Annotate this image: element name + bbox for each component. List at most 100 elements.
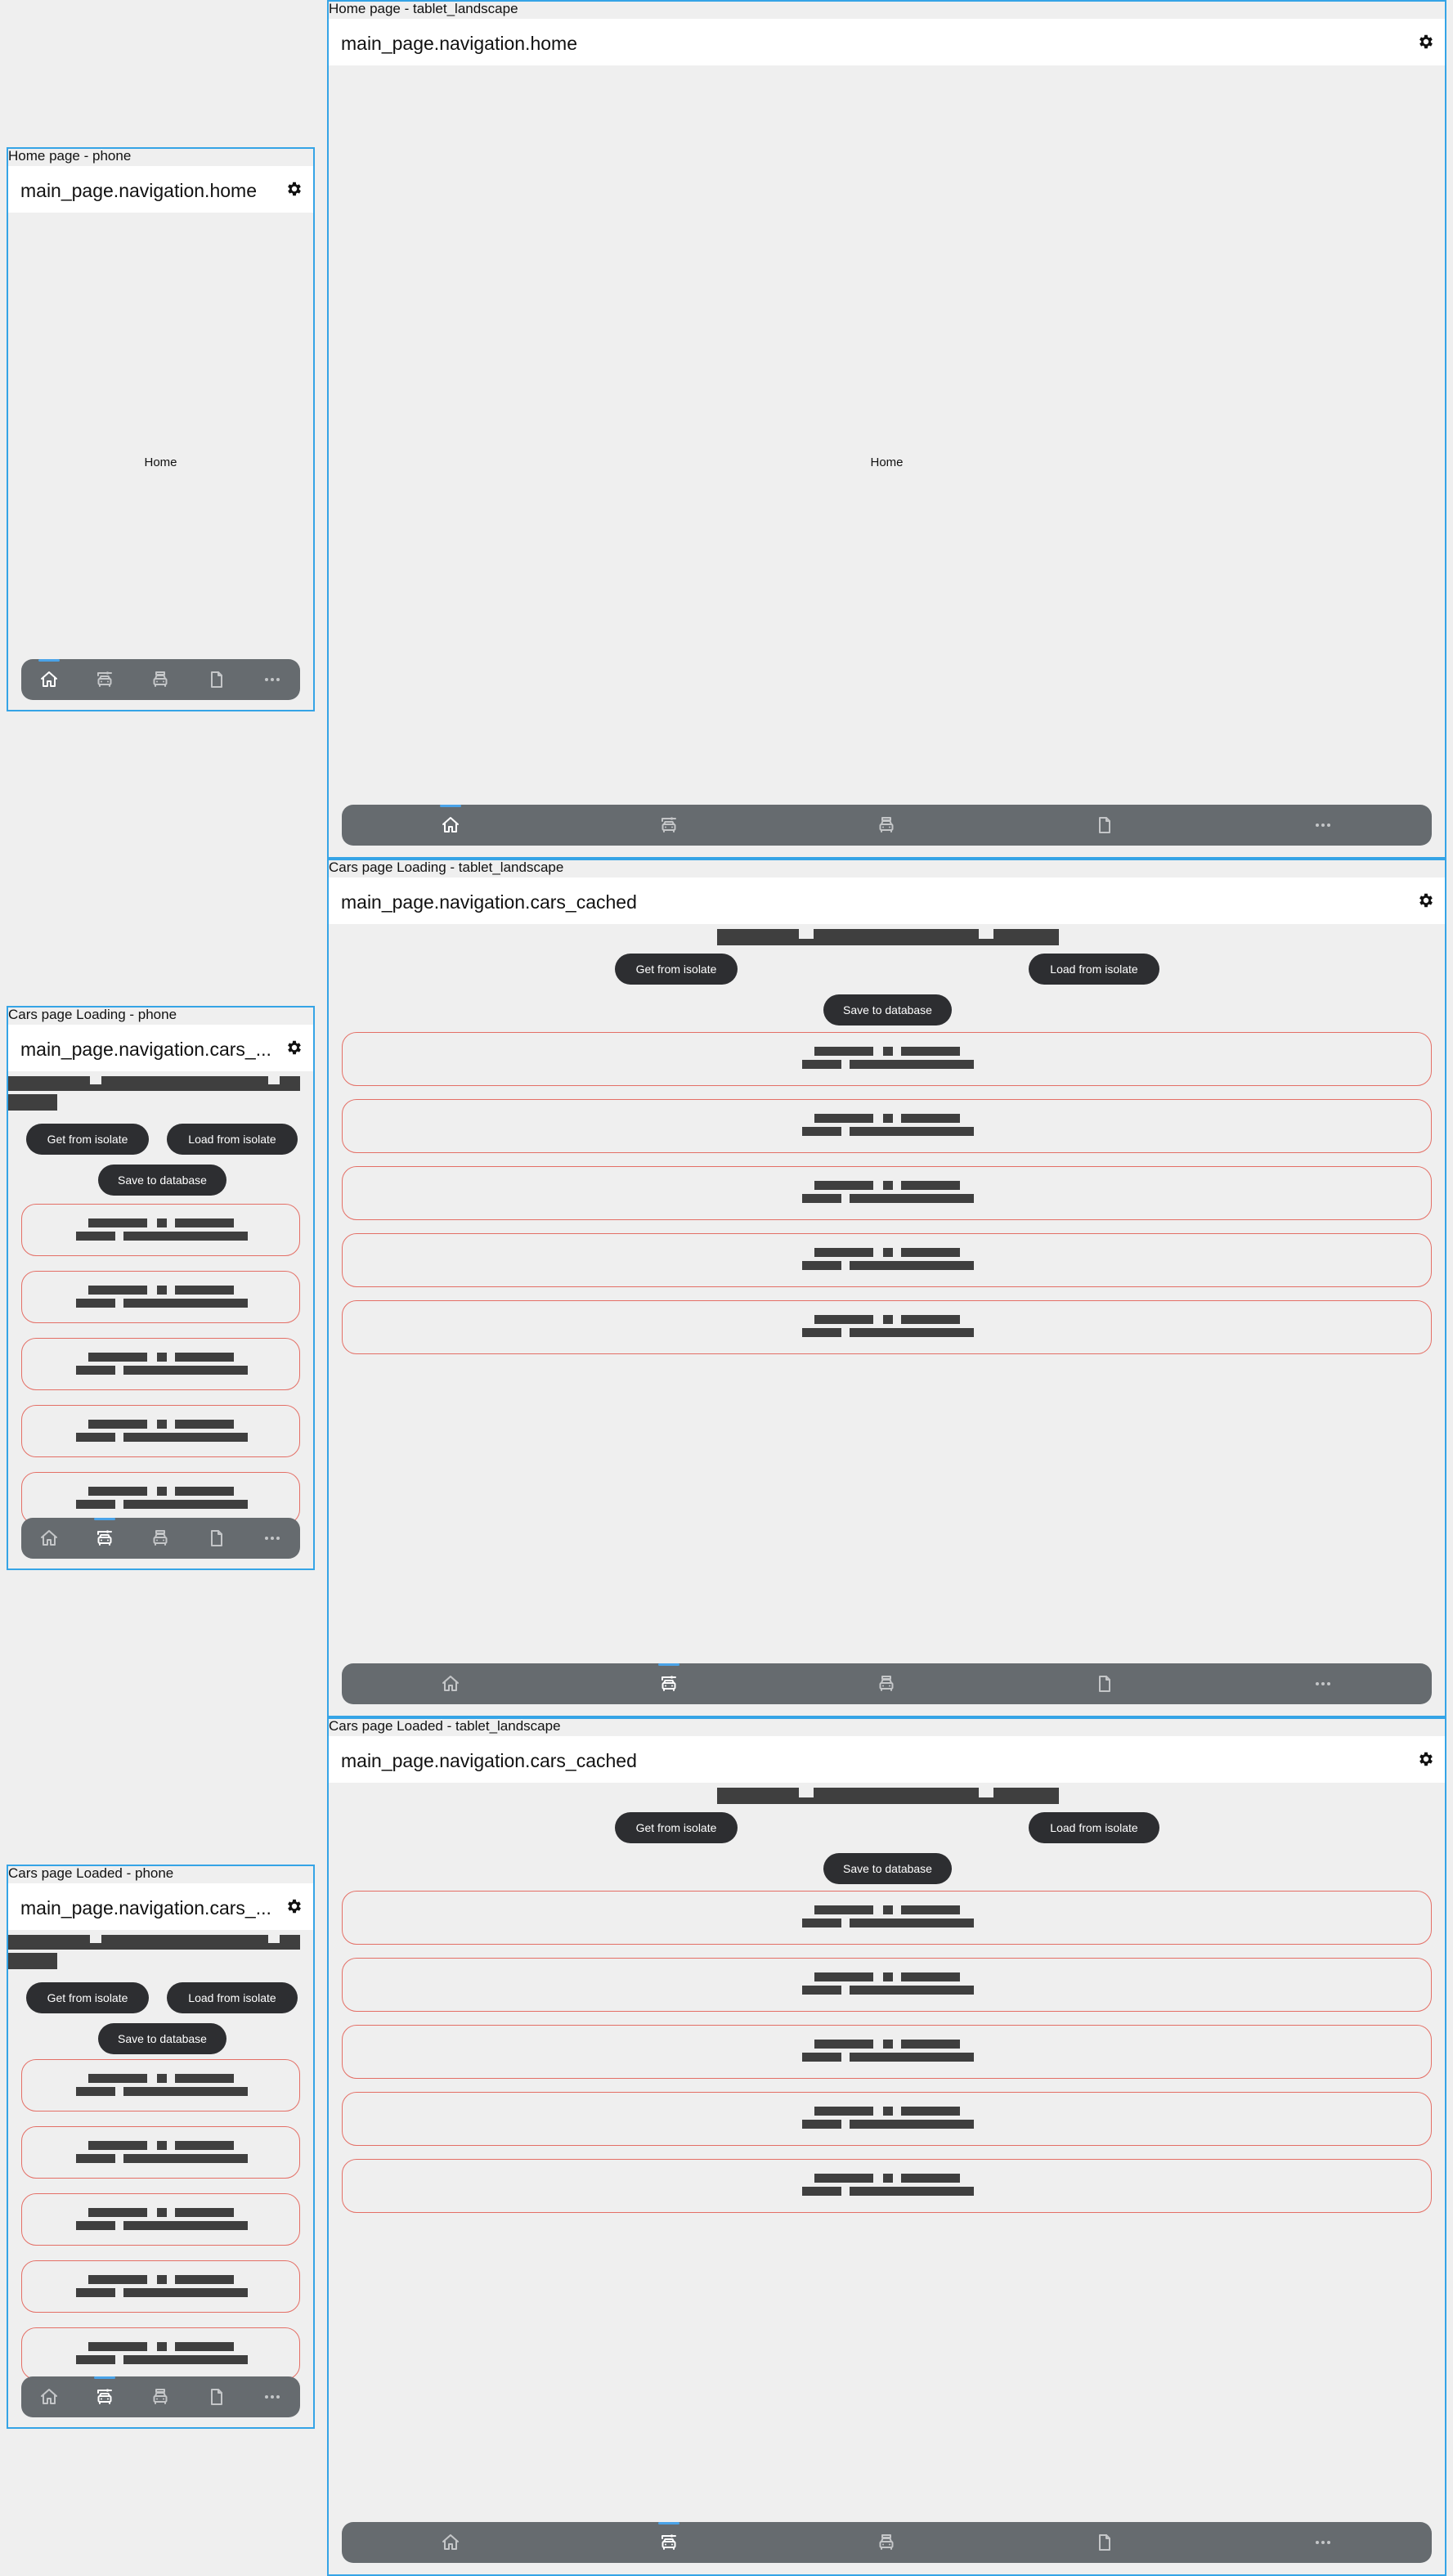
nav-item-car-isolate[interactable] bbox=[132, 659, 188, 700]
nav-item-more[interactable] bbox=[244, 659, 300, 700]
redacted-car-text bbox=[849, 1328, 974, 1337]
nav-item-car-cached[interactable] bbox=[560, 805, 778, 846]
nav-item-document[interactable] bbox=[189, 1518, 244, 1559]
nav-item-car-isolate[interactable] bbox=[778, 805, 996, 846]
nav-item-car-cached[interactable] bbox=[560, 2522, 778, 2563]
nav-item-car-cached[interactable] bbox=[77, 659, 132, 700]
active-tab-indicator bbox=[657, 2522, 679, 2524]
nav-item-car-isolate[interactable] bbox=[778, 2522, 996, 2563]
get-from-isolate-button[interactable]: Get from isolate bbox=[26, 1124, 149, 1155]
load-from-isolate-button[interactable]: Load from isolate bbox=[1029, 954, 1159, 985]
nav-item-home[interactable] bbox=[342, 2522, 560, 2563]
redacted-car-text bbox=[882, 1114, 893, 1123]
redacted-car-text bbox=[123, 2087, 248, 2096]
load-from-isolate-button[interactable]: Load from isolate bbox=[167, 1124, 298, 1155]
car-card[interactable] bbox=[21, 1271, 300, 1323]
nav-item-car-cached[interactable] bbox=[77, 1518, 132, 1559]
redacted-car-text bbox=[849, 1060, 974, 1069]
redacted-car-text bbox=[882, 2107, 893, 2116]
nav-item-more[interactable] bbox=[1213, 2522, 1432, 2563]
redacted-car-text bbox=[75, 2288, 115, 2297]
nav-item-more[interactable] bbox=[1213, 1663, 1432, 1704]
active-tab-indicator bbox=[94, 1518, 116, 1520]
redacted-car-text bbox=[174, 2141, 234, 2150]
redacted-car-text bbox=[87, 1286, 147, 1295]
car-card[interactable] bbox=[21, 2059, 300, 2112]
redacted-car-text bbox=[156, 2074, 167, 2083]
car-card[interactable] bbox=[21, 2126, 300, 2179]
car-card[interactable] bbox=[342, 2025, 1432, 2079]
car-card[interactable] bbox=[21, 1405, 300, 1457]
gear-icon[interactable] bbox=[1417, 1750, 1435, 1768]
nav-item-document[interactable] bbox=[189, 2376, 244, 2417]
get-from-isolate-button[interactable]: Get from isolate bbox=[615, 1812, 738, 1843]
nav-item-home[interactable] bbox=[342, 1663, 560, 1704]
car-card[interactable] bbox=[21, 2260, 300, 2313]
car-card[interactable] bbox=[342, 2092, 1432, 2146]
car-card[interactable] bbox=[21, 2327, 300, 2380]
car-card[interactable] bbox=[342, 1099, 1432, 1153]
load-from-isolate-button[interactable]: Load from isolate bbox=[167, 1982, 298, 2013]
nav-item-home[interactable] bbox=[342, 805, 560, 846]
car-card[interactable] bbox=[342, 2159, 1432, 2213]
car-card[interactable] bbox=[342, 1233, 1432, 1287]
nav-item-document[interactable] bbox=[996, 1663, 1214, 1704]
nav-item-car-isolate[interactable] bbox=[132, 2376, 188, 2417]
car-cached-icon bbox=[659, 1674, 679, 1694]
nav-item-home[interactable] bbox=[21, 659, 77, 700]
car-card[interactable] bbox=[342, 1300, 1432, 1354]
car-card[interactable] bbox=[21, 1472, 300, 1524]
frame-cars-loaded-tablet: Cars page Loaded - tablet_landscape main… bbox=[327, 1717, 1446, 2576]
page-title: main_page.navigation.cars_... bbox=[20, 1897, 271, 1919]
car-isolate-icon bbox=[877, 1674, 896, 1694]
save-to-database-button[interactable]: Save to database bbox=[823, 994, 952, 1025]
nav-item-home[interactable] bbox=[21, 1518, 77, 1559]
redacted-car-text bbox=[156, 2208, 167, 2217]
gear-icon[interactable] bbox=[285, 1039, 303, 1057]
nav-item-home[interactable] bbox=[21, 2376, 77, 2417]
gear-icon[interactable] bbox=[1417, 33, 1435, 51]
save-to-database-button[interactable]: Save to database bbox=[98, 2023, 226, 2054]
redacted-car-text bbox=[75, 2221, 115, 2230]
nav-item-document[interactable] bbox=[189, 659, 244, 700]
redacted-car-text bbox=[87, 2275, 147, 2284]
nav-item-more[interactable] bbox=[1213, 805, 1432, 846]
save-to-database-button[interactable]: Save to database bbox=[98, 1165, 226, 1196]
nav-item-car-isolate[interactable] bbox=[132, 1518, 188, 1559]
gear-icon[interactable] bbox=[285, 1897, 303, 1915]
nav-item-document[interactable] bbox=[996, 805, 1214, 846]
home-body-text: Home bbox=[870, 456, 904, 469]
car-card[interactable] bbox=[21, 1338, 300, 1390]
car-card[interactable] bbox=[342, 1032, 1432, 1086]
nav-item-car-isolate[interactable] bbox=[778, 1663, 996, 1704]
nav-item-car-cached[interactable] bbox=[77, 2376, 132, 2417]
load-from-isolate-button[interactable]: Load from isolate bbox=[1029, 1812, 1159, 1843]
redacted-car-text bbox=[174, 2208, 234, 2217]
nav-item-more[interactable] bbox=[244, 1518, 300, 1559]
car-card[interactable] bbox=[342, 1891, 1432, 1945]
nav-item-more[interactable] bbox=[244, 2376, 300, 2417]
page-title: main_page.navigation.home bbox=[341, 33, 577, 54]
car-cached-icon bbox=[95, 2387, 114, 2407]
get-from-isolate-button[interactable]: Get from isolate bbox=[615, 954, 738, 985]
frame-home-tablet: Home page - tablet_landscape main_page.n… bbox=[327, 0, 1446, 859]
home-icon bbox=[39, 2387, 59, 2407]
redacted-car-text bbox=[801, 2187, 841, 2196]
redacted-car-text bbox=[75, 2087, 115, 2096]
car-card[interactable] bbox=[342, 1958, 1432, 2012]
redacted-status-text bbox=[8, 1094, 57, 1111]
redacted-car-text bbox=[174, 2275, 234, 2284]
nav-item-document[interactable] bbox=[996, 2522, 1214, 2563]
frame-cars-loading-tablet: Cars page Loading - tablet_landscape mai… bbox=[327, 859, 1446, 1717]
nav-item-car-cached[interactable] bbox=[560, 1663, 778, 1704]
redacted-car-text bbox=[882, 1905, 893, 1914]
redacted-car-text bbox=[900, 2174, 960, 2183]
car-card[interactable] bbox=[21, 1204, 300, 1256]
gear-icon[interactable] bbox=[285, 180, 303, 198]
get-from-isolate-button[interactable]: Get from isolate bbox=[26, 1982, 149, 2013]
gear-icon[interactable] bbox=[1417, 891, 1435, 909]
save-to-database-button[interactable]: Save to database bbox=[823, 1853, 952, 1884]
car-card[interactable] bbox=[21, 2193, 300, 2246]
car-card[interactable] bbox=[342, 1166, 1432, 1220]
redacted-car-text bbox=[814, 1972, 873, 1981]
